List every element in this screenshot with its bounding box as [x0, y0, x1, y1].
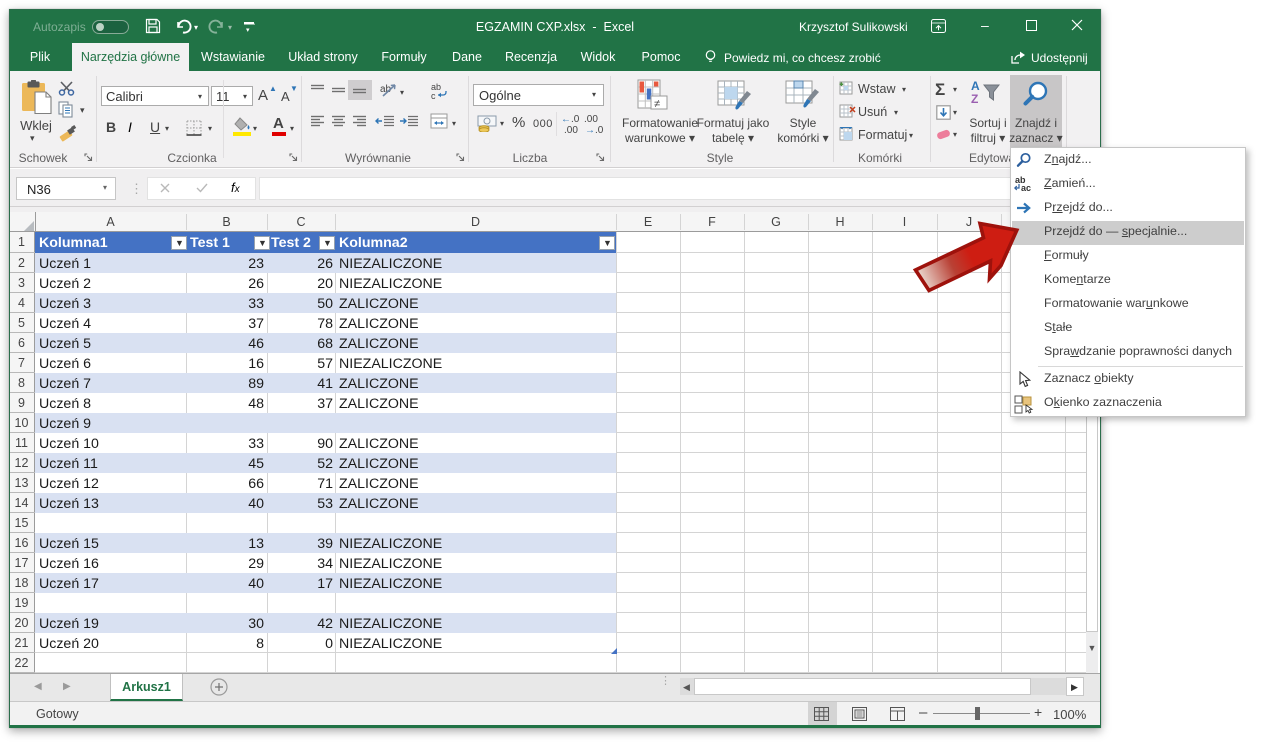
svg-text:≠: ≠: [654, 98, 660, 110]
svg-text:c: c: [431, 91, 436, 100]
